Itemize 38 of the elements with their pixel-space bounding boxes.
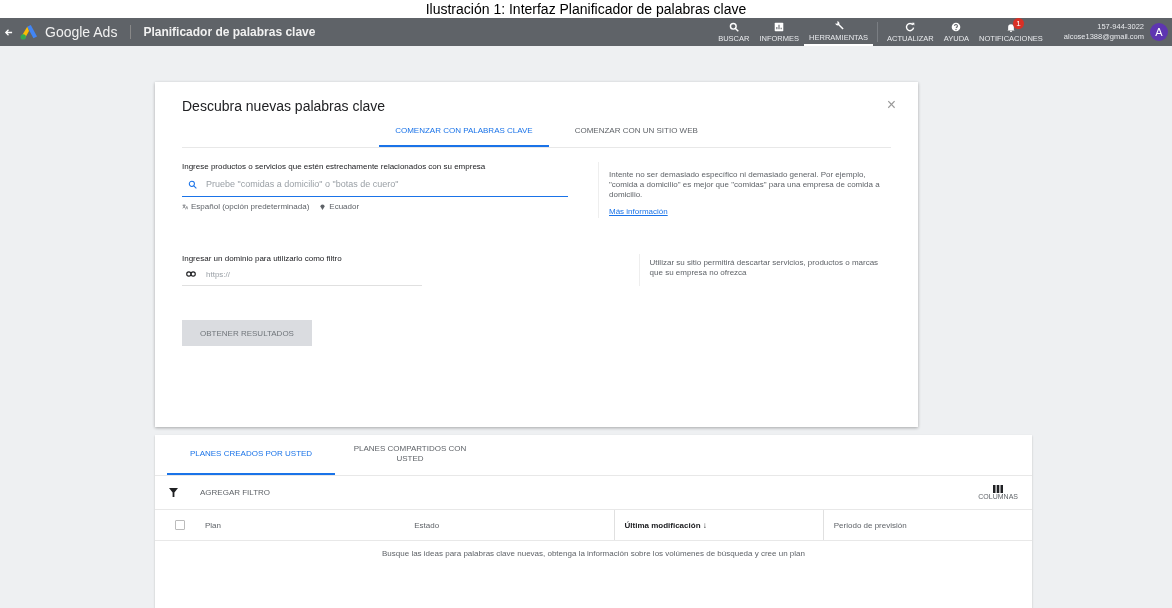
link-icon (186, 271, 196, 277)
page-title: Planificador de palabras clave (130, 25, 316, 39)
logo-icon (20, 24, 38, 40)
tab[interactable]: PLANES COMPARTIDOS CON USTED (335, 435, 485, 475)
select-all-checkbox[interactable] (175, 520, 185, 530)
tab[interactable]: COMENZAR CON UN SITIO WEB (558, 118, 714, 147)
chart-icon (774, 21, 785, 32)
location-pin-icon (319, 203, 327, 210)
empty-state-message: Busque las ideas para palabras clave nuevas, obtenga la información sobre los volúmenes de búsqueda y cree un plan (381, 548, 806, 558)
tab[interactable]: COMENZAR CON PALABRAS CLAVE (379, 118, 549, 147)
back-arrow-icon[interactable] (4, 27, 13, 37)
field-label: Ingresar un dominio para utilizarlo como filtro (182, 254, 343, 263)
notification-badge: 1 (1012, 18, 1024, 29)
figure-caption: Ilustración 1: Interfaz Planificador de palabras clave (425, 1, 747, 17)
bell-icon (1005, 21, 1016, 32)
column-header[interactable]: Plan (195, 510, 405, 540)
field-label: Ingrese productos o servicios que estén estrechamente relacionados con su empresa (182, 162, 487, 171)
wrench-icon (833, 20, 844, 31)
add-filter-button[interactable]: AGREGAR FILTRO (200, 488, 271, 497)
location-selector[interactable]: Ecuador (329, 202, 360, 211)
tab[interactable]: PLANES CREADOS POR USTED (167, 435, 335, 475)
column-header[interactable]: Última modificación ↓ (613, 510, 823, 540)
search-icon (728, 21, 739, 32)
filter-icon (169, 488, 178, 497)
columns-icon (993, 485, 1004, 493)
avatar[interactable]: A (1150, 23, 1168, 41)
more-info-link[interactable]: Más información (609, 207, 668, 216)
language-selector[interactable]: Español (opción predeterminada) (191, 202, 310, 211)
dialog-title: Descubra nuevas palabras clave (182, 98, 387, 114)
help-text: Intente no ser demasiado específico ni demasiado general. Por ejemplo, "comida a domicilio" es mejor que "comidas" para una empresa de comida a domicilio. (609, 170, 881, 200)
help-text: Utilizar su sitio permitirá descartar servicios, productos o marcas que su empresa no ofrezca (649, 258, 880, 278)
search-icon (188, 180, 197, 189)
product-name: Google Ads (45, 24, 118, 40)
translate-icon (182, 203, 188, 210)
column-header[interactable]: Periodo de previsión (822, 510, 1032, 540)
column-header[interactable]: Estado (404, 510, 614, 540)
help-icon (951, 21, 962, 32)
refresh-icon (905, 21, 916, 32)
